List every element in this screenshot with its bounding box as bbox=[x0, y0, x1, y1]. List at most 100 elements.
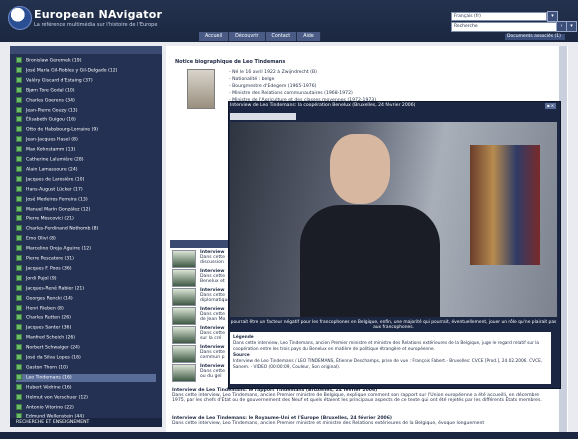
snippet-item[interactable]: Interview Dans cette sur la cré bbox=[200, 326, 225, 341]
sidebar-item-person[interactable]: Jacques F. Poos (36) bbox=[16, 264, 72, 273]
sidebar-item-person[interactable]: Georges Rencki (14) bbox=[16, 294, 73, 303]
sidebar-item-person[interactable]: Bjørn Tore Godal (10) bbox=[16, 86, 75, 95]
video-thumbnail[interactable] bbox=[172, 250, 196, 268]
snippet-item[interactable]: Interview Dans cette discussion bbox=[200, 250, 225, 265]
doc-icon bbox=[16, 264, 22, 271]
sidebar-item-person[interactable]: Charles Goerens (34) bbox=[16, 96, 75, 105]
video-thumbnail[interactable] bbox=[172, 326, 196, 344]
search-input[interactable]: Recherche bbox=[451, 22, 557, 32]
sidebar-item-person[interactable]: Pierre Moscovici (21) bbox=[16, 215, 74, 223]
sidebar-item-person[interactable]: Henri Rieben (8) bbox=[16, 304, 64, 313]
sidebar-item-person[interactable]: José Medeiros Ferreira (13) bbox=[16, 195, 88, 204]
sidebar-item-person[interactable]: Marcelino Oreja Aguirre (12) bbox=[16, 245, 91, 253]
bio-line: - Nationalité : belge bbox=[229, 77, 275, 82]
doc-icon bbox=[16, 126, 22, 133]
section-research[interactable]: RECHERCHE ET ENSEIGNEMENT bbox=[10, 418, 162, 427]
sidebar-item-person[interactable]: Manuel Marín González (12) bbox=[16, 205, 90, 214]
doc-icon bbox=[16, 106, 22, 113]
nav-contact[interactable]: Contact bbox=[265, 32, 298, 41]
nav-home[interactable]: Accueil bbox=[199, 32, 230, 41]
sidebar-item-person[interactable]: Helmut von Verschuer (12) bbox=[16, 393, 88, 402]
bio-line: - Né le 16 avril 1922 à Zwijndrecht (B) bbox=[229, 70, 317, 75]
snippet-text: ou du gel bbox=[200, 374, 222, 379]
associated-docs-select[interactable]: Documents associés (1) bbox=[505, 34, 565, 40]
sidebar-item-label: Charles Rutten (26) bbox=[26, 315, 71, 321]
sidebar-item-label: Antonio Vitorino (22) bbox=[26, 405, 74, 410]
people-panel-header bbox=[10, 46, 162, 54]
doc-icon bbox=[16, 57, 22, 63]
result-item[interactable]: Interview de Leo Tindemans: le Royaume-U… bbox=[172, 416, 552, 426]
brand-tagline: La référence multimédia sur l'histoire d… bbox=[34, 22, 158, 28]
snippet-item[interactable]: Interview Dans cette commun p bbox=[200, 345, 225, 360]
sidebar-item-person[interactable]: José da Silva Lopes (16) bbox=[16, 354, 81, 362]
result-text: Dans cette interview, Leo Tindemans, anc… bbox=[172, 421, 485, 426]
snippet-item[interactable]: Interview Dans cette Benelux et bbox=[200, 269, 225, 284]
sidebar-item-person[interactable]: Jordi Pujol (9) bbox=[16, 274, 57, 283]
doc-icon bbox=[16, 76, 22, 83]
sidebar-item-person[interactable]: Gaston Thorn (10) bbox=[16, 363, 68, 372]
snippet-item[interactable]: Interview Dans cette diplomatique bbox=[200, 288, 230, 303]
doc-icon bbox=[16, 324, 22, 331]
sidebar-item-person[interactable]: Jacques de Larosière (10) bbox=[16, 175, 85, 184]
video-thumbnail[interactable] bbox=[172, 288, 196, 306]
doc-icon bbox=[16, 175, 22, 182]
sidebar-item-label: Jacques de Larosière (10) bbox=[26, 177, 85, 183]
close-icon[interactable]: ▪ ✕ bbox=[545, 103, 556, 109]
sidebar-item-person[interactable]: Jean-Pierre Gouzy (13) bbox=[16, 106, 78, 115]
nav-discover[interactable]: Découvrir bbox=[229, 32, 266, 41]
doc-icon bbox=[16, 146, 22, 153]
snippet-item[interactable]: Interview Dans cette de Jean Mo bbox=[200, 307, 225, 322]
snippet-item[interactable]: Interview Dans cette ou du gel bbox=[200, 364, 225, 379]
video-thumbnail[interactable] bbox=[172, 364, 196, 382]
sidebar-item-person[interactable]: José María Gil-Robles y Gil-Delgado (12) bbox=[16, 66, 117, 75]
thumb-toolbar bbox=[170, 240, 230, 248]
sidebar-item-person[interactable]: Max Kohnstamm (13) bbox=[16, 146, 75, 154]
sidebar-item-person[interactable]: Charles Rutten (26) bbox=[16, 314, 71, 322]
doc-icon bbox=[16, 354, 22, 360]
sidebar-item-person[interactable]: Jean-Jacques Hasel (8) bbox=[16, 136, 78, 144]
result-item[interactable]: Interview de Leo Tindemans: le rapport T… bbox=[172, 388, 552, 403]
sidebar-item-label: Catherine Lalumière (28) bbox=[26, 157, 84, 163]
sidebar-item-person[interactable]: Jacques-René Rabier (21) bbox=[16, 284, 85, 293]
search-options-button[interactable]: ▾ bbox=[566, 21, 577, 32]
sidebar-item-person[interactable]: Norbert Schwaiger (24) bbox=[16, 344, 80, 352]
snippet-text: discussion bbox=[200, 260, 224, 265]
sidebar-item-person[interactable]: Manfred Scheich (26) bbox=[16, 334, 75, 342]
nav-help[interactable]: Aide bbox=[297, 32, 321, 41]
video-thumbnail[interactable] bbox=[172, 269, 196, 287]
sidebar-item-person[interactable]: Otto de Habsbourg-Lorraine (9) bbox=[16, 126, 98, 134]
sidebar-item-person[interactable]: Charles-Ferdinand Nothomb (8) bbox=[16, 225, 98, 233]
sidebar-item-person[interactable]: Bronislaw Geremek (19) bbox=[16, 57, 82, 65]
video-toolbar[interactable] bbox=[230, 113, 296, 120]
logo-icon[interactable] bbox=[8, 6, 32, 30]
sidebar-item-person[interactable]: Catherine Lalumière (28) bbox=[16, 156, 84, 164]
sidebar-item-person[interactable]: Élisabeth Guigou (16) bbox=[16, 116, 76, 124]
legend-text: Dans cette interview, Leo Tindemans, anc… bbox=[233, 341, 540, 352]
language-select[interactable]: Français (fr) bbox=[451, 12, 547, 21]
sidebar-item-label: Hubert Védrine (16) bbox=[26, 385, 72, 391]
video-thumbnail[interactable] bbox=[172, 307, 196, 325]
sidebar-item-person[interactable]: Alain Lamassoure (24) bbox=[16, 165, 78, 174]
sidebar-item-person[interactable]: Hans-August Lücker (17) bbox=[16, 185, 83, 194]
snippet-text: Benelux et bbox=[200, 279, 225, 284]
doc-icon bbox=[16, 334, 22, 341]
sidebar-item-person[interactable]: Hubert Védrine (16) bbox=[16, 383, 72, 392]
portrait-photo bbox=[187, 69, 215, 109]
sidebar-item-person[interactable]: Emo Oliví (8) bbox=[16, 235, 56, 243]
sidebar-item-label: José Medeiros Ferreira (13) bbox=[26, 197, 88, 203]
video-speaker-body bbox=[300, 205, 440, 317]
sidebar-item-person[interactable]: Pierre Pescatore (31) bbox=[16, 255, 74, 263]
sidebar-item-label: Jacques-René Rabier (21) bbox=[26, 286, 85, 292]
doc-icon bbox=[16, 205, 22, 212]
sidebar-item-person[interactable]: Antonio Vitorino (22) bbox=[16, 403, 74, 412]
sidebar-item-label: Max Kohnstamm (13) bbox=[26, 147, 76, 153]
video-bookshelf bbox=[470, 145, 540, 265]
doc-icon bbox=[16, 136, 22, 143]
sidebar-item-person[interactable]: Leo Tindemans (16) bbox=[16, 373, 156, 382]
doc-icon bbox=[16, 165, 22, 172]
bio-line: - Ministre des Relations communautaires … bbox=[229, 91, 353, 96]
snippet-text: de Jean Mo bbox=[200, 317, 226, 322]
sidebar-item-person[interactable]: Jacques Santer (36) bbox=[16, 324, 71, 332]
sidebar-item-person[interactable]: Valéry Giscard d'Estaing (37) bbox=[16, 76, 93, 85]
video-thumbnail[interactable] bbox=[172, 345, 196, 363]
